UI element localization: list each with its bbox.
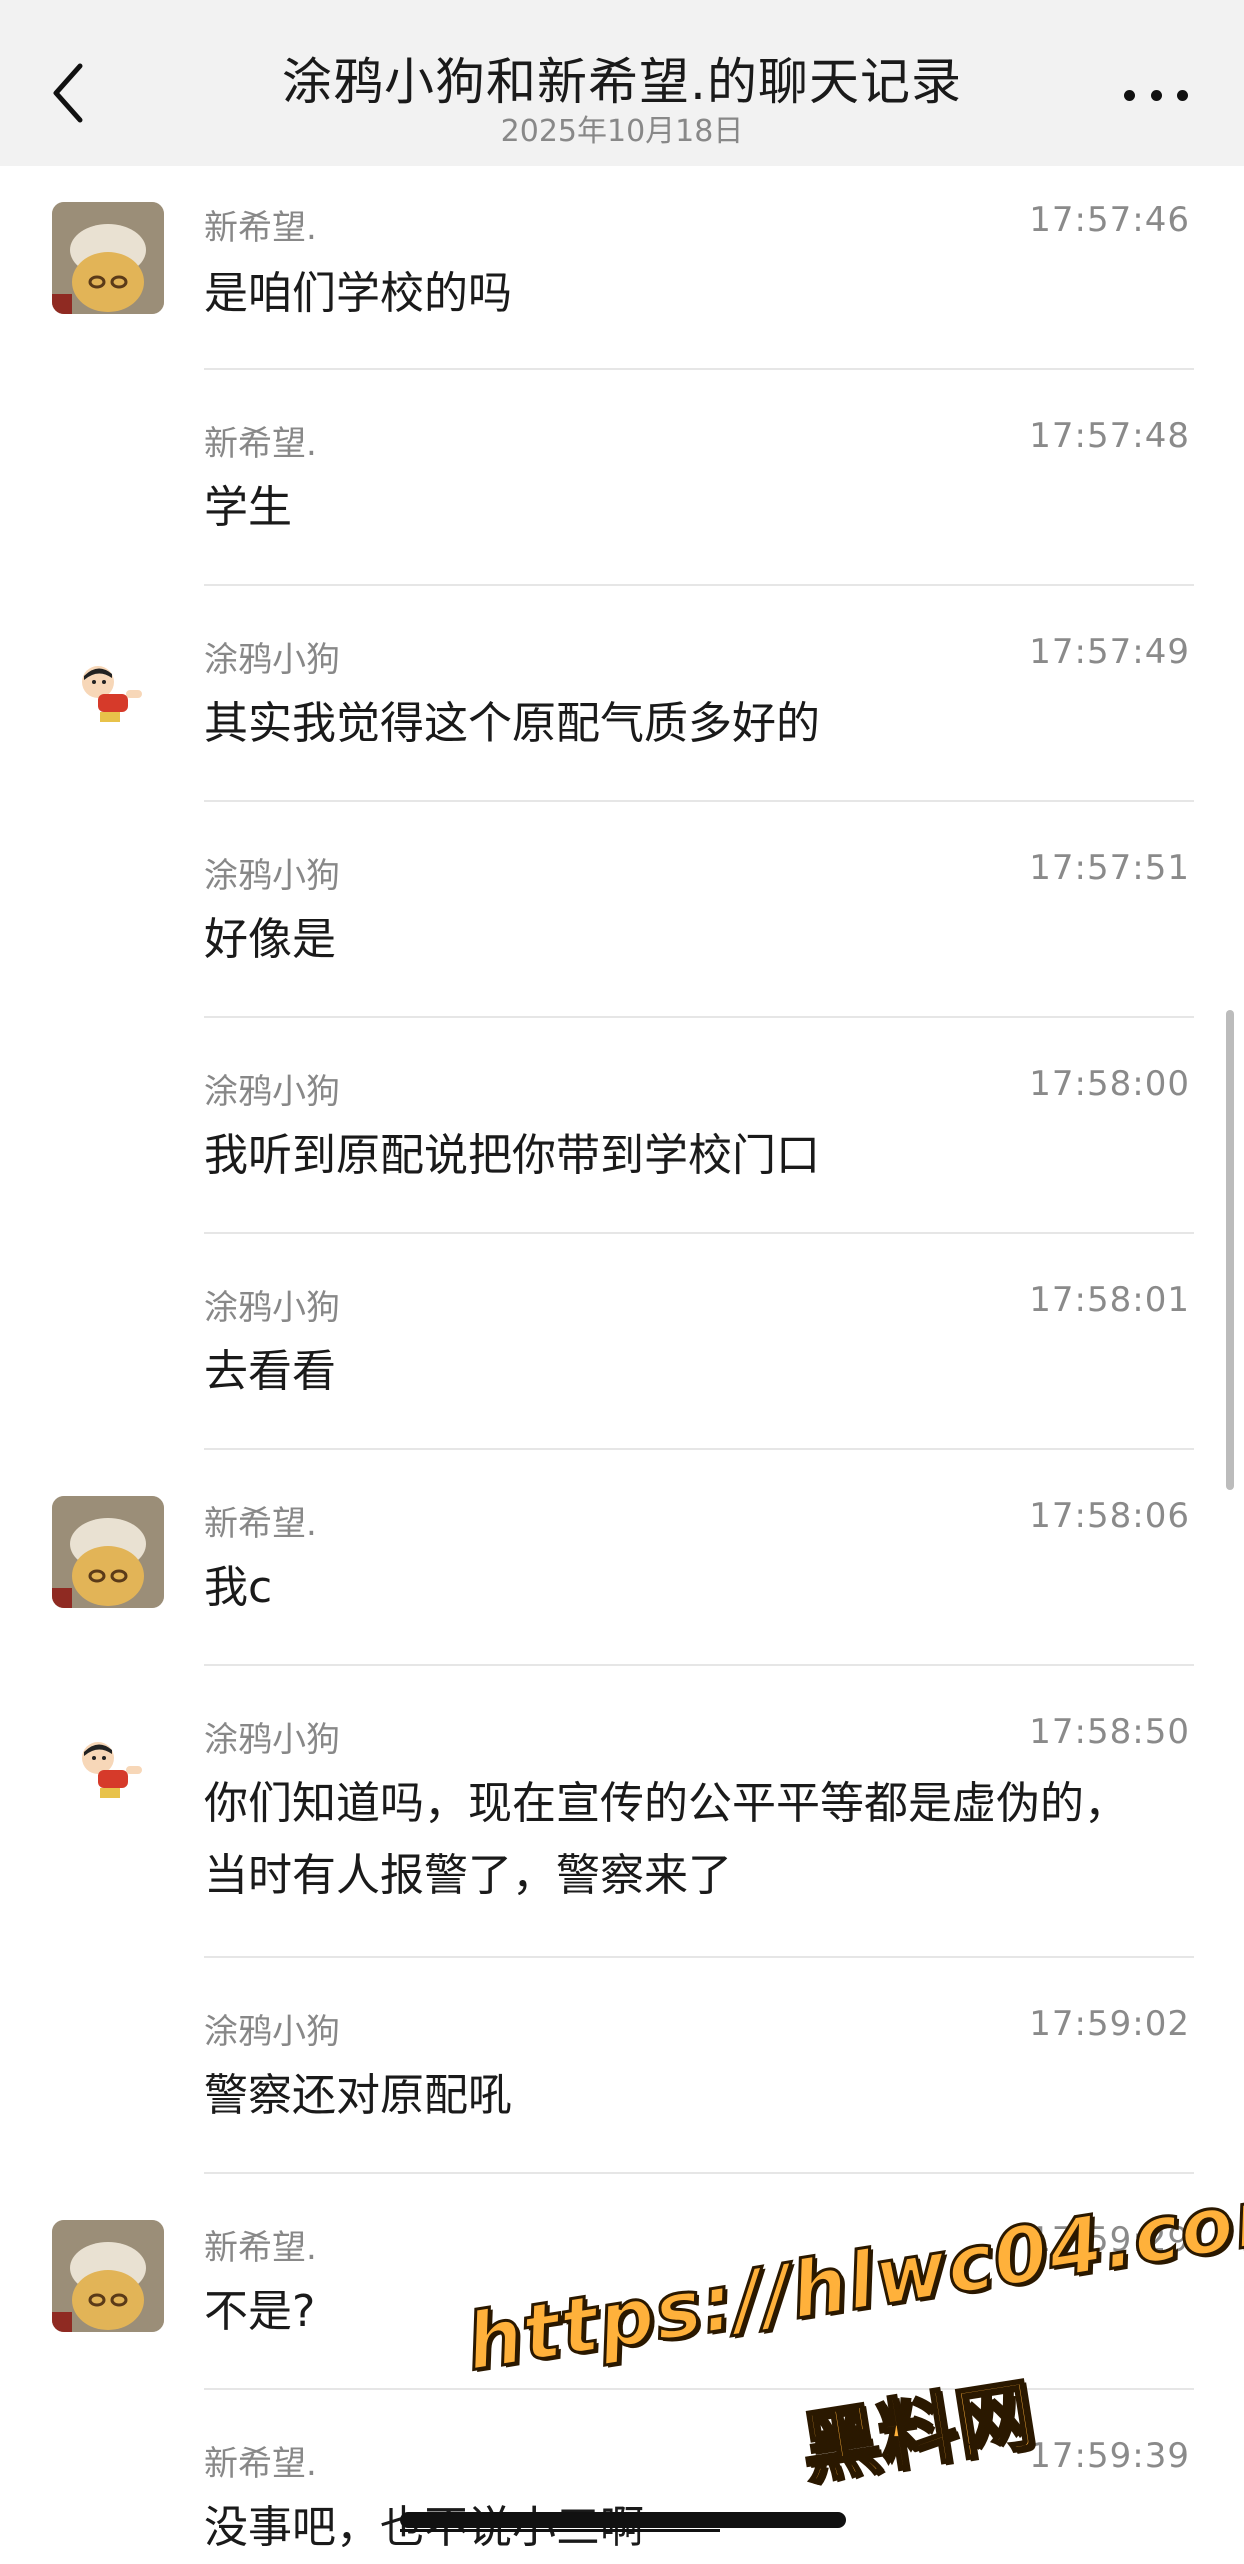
- message-time: 17:58:00: [1029, 1064, 1190, 1104]
- more-dot: [1150, 89, 1162, 101]
- divider: [204, 368, 1194, 370]
- sender-name: 新希望.: [204, 1504, 317, 1544]
- sender-name: 新希望.: [204, 2444, 317, 2484]
- divider: [204, 584, 1194, 586]
- avatar[interactable]: [52, 1496, 164, 1608]
- message-text: 警察还对原配吼: [204, 2070, 512, 2121]
- strikethrough-line: [400, 2529, 720, 2532]
- message-time: 17:57:48: [1029, 416, 1190, 456]
- message-text: 没事吧，也不说小三啊: [204, 2492, 1164, 2564]
- sender-name: 新希望.: [204, 424, 317, 464]
- sender-name: 涂鸦小狗: [204, 1072, 340, 1112]
- more-dot: [1177, 89, 1188, 101]
- message-time: 17:58:01: [1029, 1280, 1190, 1320]
- message-time: 17:59:39: [1029, 2436, 1190, 2476]
- bread-avatar-icon: [52, 202, 164, 314]
- chat-date: 2025年10月18日: [500, 114, 744, 149]
- avatar[interactable]: [52, 2220, 164, 2332]
- divider: [204, 1664, 1194, 1666]
- more-horizontal-icon: [1124, 89, 1135, 101]
- message-text: 去看看: [204, 1346, 336, 1397]
- divider: [204, 1016, 1194, 1018]
- divider: [204, 800, 1194, 802]
- message-time: 17:59:02: [1029, 2004, 1190, 2044]
- message-time: 17:57:49: [1029, 632, 1190, 672]
- chat-history-header: 涂鸦小狗和新希望.的聊天记录 2025年10月18日: [0, 0, 1244, 166]
- divider: [204, 1956, 1194, 1958]
- divider: [204, 1448, 1194, 1450]
- sender-name: 新希望.: [204, 208, 317, 248]
- divider: [204, 1232, 1194, 1234]
- message-text: 好像是: [204, 914, 336, 965]
- message-time: 17:58:06: [1029, 1496, 1190, 1536]
- sender-name: 涂鸦小狗: [204, 2012, 340, 2052]
- message-time: 17:58:50: [1029, 1712, 1190, 1752]
- scrollbar[interactable]: [1226, 1010, 1234, 1490]
- message-list[interactable]: 新希望. 17:57:46 是咱们学校的吗 新希望. 17:57:48 学生 涂…: [0, 166, 1244, 2560]
- sender-name: 涂鸦小狗: [204, 640, 340, 680]
- kid-avatar-icon: [82, 1742, 142, 1798]
- divider: [204, 2388, 1194, 2390]
- sender-name: 涂鸦小狗: [204, 1288, 340, 1328]
- message-text: 我c: [204, 1562, 273, 1613]
- message-text: 我听到原配说把你带到学校门口: [204, 1130, 820, 1181]
- more-button[interactable]: [1124, 86, 1188, 104]
- avatar[interactable]: [76, 1734, 146, 1804]
- message-text: 学生: [204, 482, 292, 533]
- message-text: 你们知道吗，现在宣传的公平平等都是虚伪的，当时有人报警了，警察来了: [204, 1778, 1128, 1901]
- message-time: 17:57:51: [1029, 848, 1190, 888]
- sender-name: 涂鸦小狗: [204, 856, 340, 896]
- kid-avatar-icon: [82, 666, 142, 722]
- bread-avatar-icon: [52, 1496, 164, 1608]
- avatar[interactable]: [76, 658, 146, 728]
- sender-name: 涂鸦小狗: [204, 1720, 340, 1760]
- message-text: 其实我觉得这个原配气质多好的: [204, 698, 820, 749]
- sender-name: 新希望.: [204, 2228, 317, 2268]
- message-text: 是咱们学校的吗: [204, 268, 512, 319]
- bread-avatar-icon: [52, 2220, 164, 2332]
- home-indicator[interactable]: [400, 2512, 846, 2528]
- avatar[interactable]: [52, 202, 164, 314]
- page-title: 涂鸦小狗和新希望.的聊天记录: [282, 53, 962, 111]
- message-time: 17:57:46: [1029, 200, 1190, 240]
- divider: [204, 2172, 1194, 2174]
